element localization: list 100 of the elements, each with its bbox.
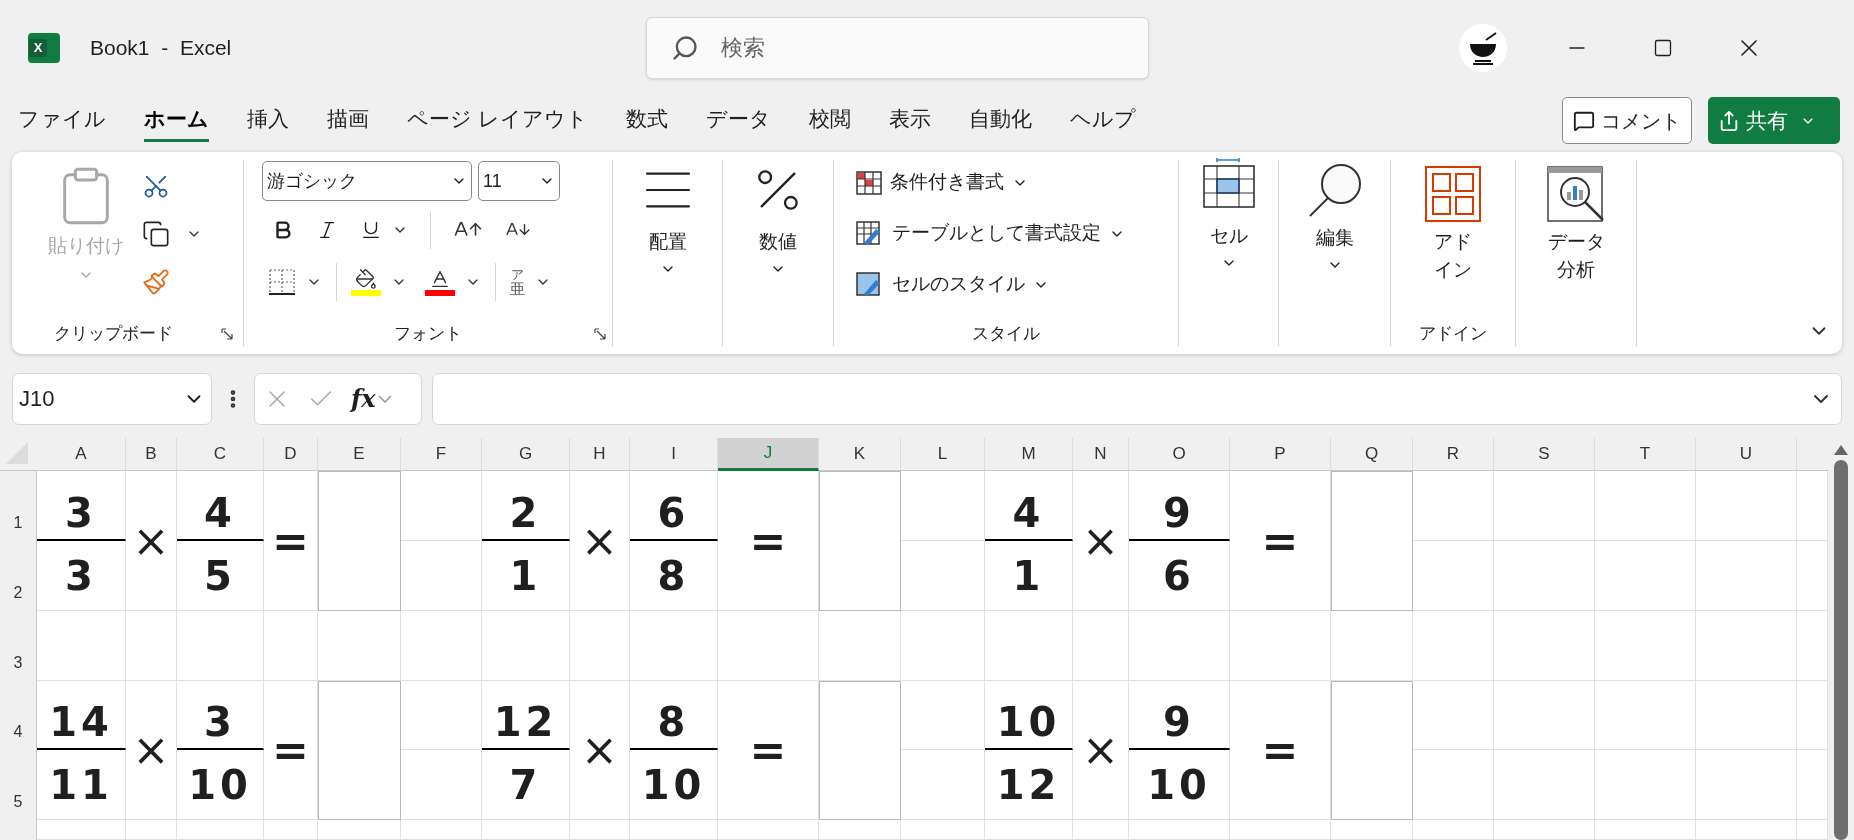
sheet-cell[interactable] xyxy=(1595,611,1696,681)
maximize-icon[interactable] xyxy=(1653,37,1674,58)
sheet-cell[interactable] xyxy=(1413,820,1494,840)
column-header[interactable]: G xyxy=(482,438,570,471)
sheet-cell[interactable] xyxy=(126,611,177,681)
alignment-button[interactable]: 配置 xyxy=(613,152,722,354)
sheet-cell[interactable] xyxy=(1413,471,1494,541)
sheet-cell[interactable] xyxy=(1494,820,1595,840)
search-box[interactable]: 検索 xyxy=(646,16,1150,79)
sheet-cell[interactable] xyxy=(901,471,985,541)
sheet-cell[interactable] xyxy=(985,611,1073,681)
sheet-cell[interactable] xyxy=(1494,611,1595,681)
sheet-cell[interactable] xyxy=(1129,611,1230,681)
sheet-cell[interactable] xyxy=(1230,820,1331,840)
sheet-cell[interactable] xyxy=(1413,611,1494,681)
sheet-cell[interactable] xyxy=(1494,681,1595,750)
dialog-launcher-icon[interactable] xyxy=(221,328,233,340)
sheet-cell[interactable] xyxy=(1797,681,1828,750)
sheet-cell[interactable] xyxy=(630,820,718,840)
sheet-cell[interactable] xyxy=(177,611,264,681)
sheet-cell[interactable] xyxy=(1696,611,1797,681)
borders-icon[interactable] xyxy=(268,268,296,296)
column-header[interactable]: O xyxy=(1129,438,1230,471)
column-header[interactable]: P xyxy=(1230,438,1331,471)
sheet-cell[interactable] xyxy=(985,820,1073,840)
sheet-cell[interactable] xyxy=(482,611,570,681)
column-header[interactable]: B xyxy=(126,438,177,471)
formula-input[interactable] xyxy=(432,372,1842,425)
sheet-cell[interactable] xyxy=(901,541,985,611)
sheet-cell[interactable] xyxy=(401,750,482,820)
cells-button[interactable]: セル xyxy=(1179,152,1278,354)
insert-function-button[interactable]: fx xyxy=(351,380,392,417)
sheet-cell[interactable] xyxy=(1494,541,1595,611)
sheet-cell[interactable] xyxy=(318,611,401,681)
sheet-cell[interactable] xyxy=(1595,541,1696,611)
sheet-cell[interactable] xyxy=(1331,611,1413,681)
sheet-cell[interactable] xyxy=(819,820,901,840)
sheet-cell[interactable] xyxy=(1797,820,1828,840)
ribbon-tab[interactable]: ヘルプ xyxy=(1069,99,1136,142)
sheet-cell[interactable] xyxy=(1129,820,1230,840)
column-header[interactable]: R xyxy=(1413,438,1494,471)
column-header[interactable]: E xyxy=(318,438,401,471)
sheet-cell[interactable] xyxy=(1696,681,1797,750)
search-field[interactable]: 検索 xyxy=(721,31,1082,64)
sheet-cell[interactable] xyxy=(401,820,482,840)
sheet-cell[interactable] xyxy=(1797,471,1828,541)
sheet-cell[interactable] xyxy=(1331,820,1413,840)
comment-button[interactable]: コメント xyxy=(1562,97,1692,144)
column-header[interactable]: S xyxy=(1494,438,1595,471)
ribbon-tab[interactable]: 校閲 xyxy=(808,99,851,142)
sheet-cell[interactable] xyxy=(318,820,401,840)
sheet-cell[interactable] xyxy=(126,820,177,840)
column-header[interactable]: J xyxy=(718,438,819,471)
scrollbar-thumb[interactable] xyxy=(1834,460,1848,840)
sheet-cell[interactable] xyxy=(1413,541,1494,611)
column-header[interactable]: C xyxy=(177,438,264,471)
column-header[interactable]: D xyxy=(264,438,318,471)
ribbon-tab[interactable]: ファイル xyxy=(18,99,106,142)
sheet-cell[interactable] xyxy=(177,820,264,840)
scroll-up-icon[interactable] xyxy=(1833,444,1849,456)
share-button[interactable]: 共有 xyxy=(1708,97,1840,144)
avatar-icon[interactable] xyxy=(1459,23,1508,72)
ribbon-tab[interactable]: 数式 xyxy=(625,99,668,142)
fill-color-icon[interactable] xyxy=(351,268,381,296)
sheet-cell[interactable] xyxy=(1696,541,1797,611)
style-menu-button[interactable]: テーブルとして書式設定 xyxy=(856,215,1178,252)
phonetic-guide-icon[interactable]: ア 亜 xyxy=(510,268,525,296)
sheet-cell[interactable] xyxy=(264,611,318,681)
ribbon-tab[interactable]: 描画 xyxy=(327,99,369,142)
sheet-cell[interactable] xyxy=(1797,611,1828,681)
sheet-cell[interactable] xyxy=(718,820,819,840)
underline-icon[interactable] xyxy=(360,219,382,241)
sheet-cell[interactable] xyxy=(401,471,482,541)
sheet-cell[interactable] xyxy=(37,820,126,840)
sheet-cell[interactable] xyxy=(1595,681,1696,750)
sheet-cell[interactable] xyxy=(1696,471,1797,541)
font-size-field[interactable]: 11 xyxy=(478,161,560,201)
ribbon-tab[interactable]: ホーム xyxy=(144,99,209,142)
sheet-cell[interactable] xyxy=(630,611,718,681)
number-button[interactable]: 数値 xyxy=(723,152,833,354)
column-header[interactable]: L xyxy=(901,438,985,471)
column-header[interactable]: T xyxy=(1595,438,1696,471)
sheet-cell[interactable] xyxy=(1413,681,1494,750)
addins-button[interactable]: アド イン xyxy=(1391,152,1515,314)
column-header[interactable]: Q xyxy=(1331,438,1413,471)
sheet-cell[interactable] xyxy=(570,611,630,681)
sheet-cell[interactable] xyxy=(901,681,985,750)
style-menu-button[interactable]: セルのスタイル xyxy=(856,266,1178,303)
sheet-cell[interactable] xyxy=(401,681,482,750)
sheet-cell[interactable] xyxy=(570,820,630,840)
sheet-cell[interactable] xyxy=(1494,471,1595,541)
data-analysis-button[interactable]: データ 分析 xyxy=(1516,152,1636,284)
font-color-icon[interactable] xyxy=(425,268,455,296)
column-header[interactable]: U xyxy=(1696,438,1797,471)
copy-icon[interactable] xyxy=(142,220,170,248)
ribbon-tab[interactable]: データ xyxy=(705,99,771,142)
sheet-cell[interactable] xyxy=(1073,820,1129,840)
sheet-cell[interactable] xyxy=(264,820,318,840)
column-header[interactable]: M xyxy=(985,438,1073,471)
dialog-launcher-icon[interactable] xyxy=(594,328,606,340)
